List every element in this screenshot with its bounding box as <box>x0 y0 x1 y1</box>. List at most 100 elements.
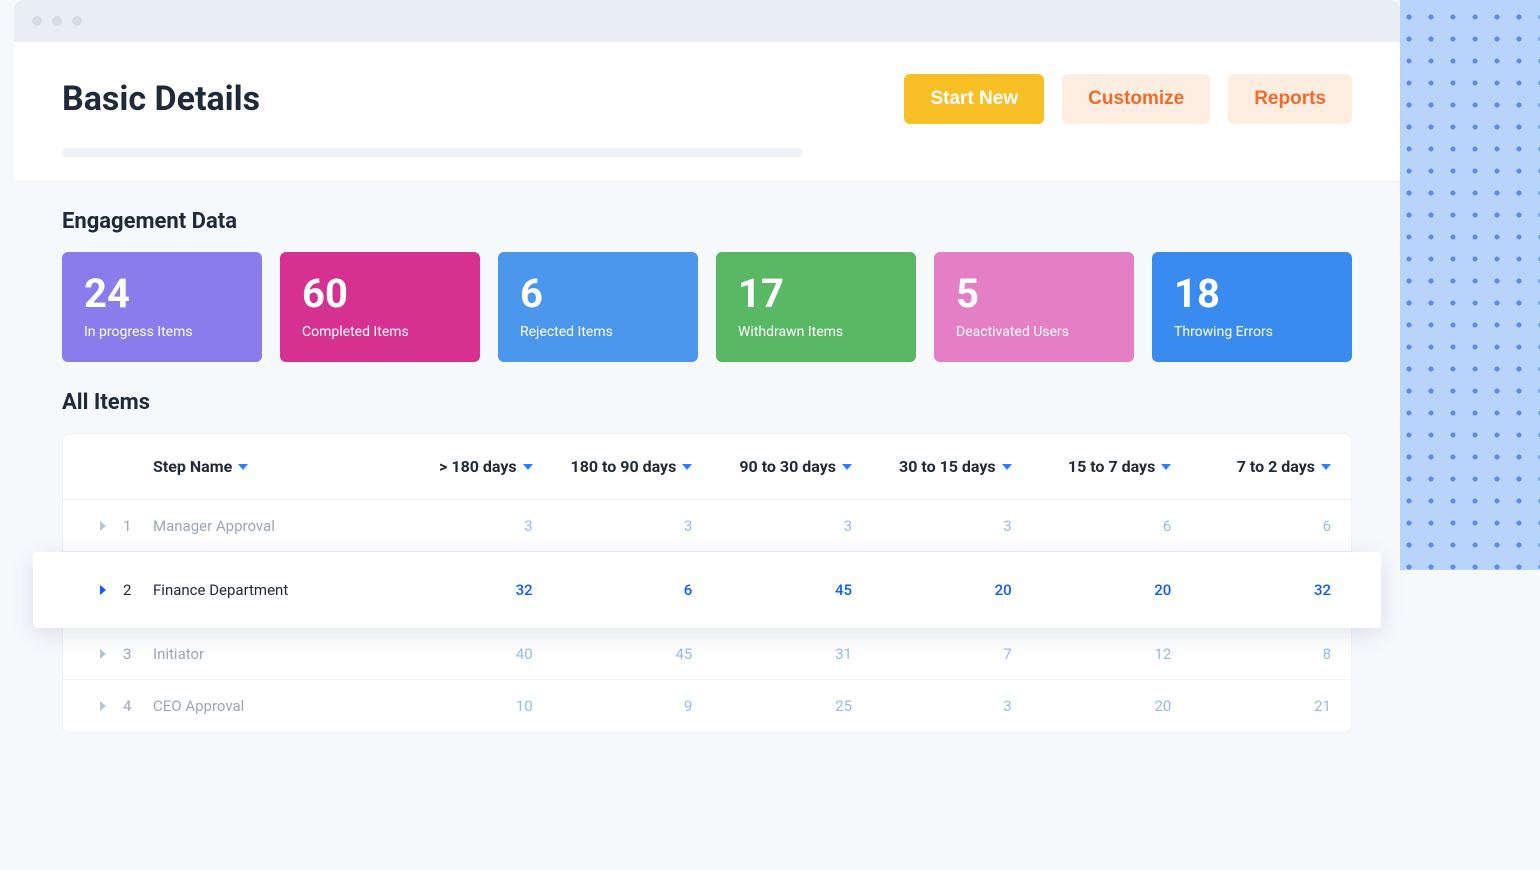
cell-value[interactable]: 32 <box>373 581 533 599</box>
stat-card[interactable]: 6Rejected Items <box>498 252 698 362</box>
column-header-3[interactable]: 90 to 30 days <box>692 457 852 476</box>
stat-card[interactable]: 18Throwing Errors <box>1152 252 1352 362</box>
chevron-down-icon <box>523 464 533 470</box>
chevron-down-icon <box>1161 464 1171 470</box>
column-label: 7 to 2 days <box>1237 457 1315 476</box>
cell-value[interactable]: 45 <box>692 581 852 599</box>
chevron-down-icon <box>842 464 852 470</box>
page-header: Basic Details Start New Customize Report… <box>14 42 1400 181</box>
stat-card[interactable]: 17 Withdrawn Items <box>716 252 916 362</box>
cell-value[interactable]: 10 <box>373 697 533 715</box>
cell-value[interactable]: 7 <box>852 645 1012 663</box>
expand-toggle[interactable] <box>83 521 123 531</box>
column-label: 30 to 15 days <box>899 457 996 476</box>
start-new-button[interactable]: Start New <box>904 74 1044 124</box>
chevron-down-icon <box>1321 464 1331 470</box>
window-dot-icon <box>32 16 42 26</box>
table-row[interactable]: 2Finance Department32645202032 <box>33 552 1381 628</box>
app-container: Basic Details Start New Customize Report… <box>14 42 1400 773</box>
column-header-1[interactable]: > 180 days <box>373 457 533 476</box>
chevron-right-icon <box>100 701 106 711</box>
cell-value[interactable]: 3 <box>373 517 533 535</box>
step-name: Initiator <box>153 645 373 663</box>
cell-value[interactable]: 12 <box>1012 645 1172 663</box>
column-header-6[interactable]: 7 to 2 days <box>1171 457 1331 476</box>
stat-label: Completed Items <box>302 324 458 340</box>
items-table: Step Name > 180 days 180 to 90 days 90 t… <box>62 433 1352 733</box>
cell-value[interactable]: 3 <box>533 517 693 535</box>
cell-value[interactable]: 20 <box>1012 581 1172 599</box>
stat-cards: 24 In progress Items 60 Completed Items 6Rej… <box>62 252 1352 362</box>
chevron-right-icon <box>100 521 106 531</box>
table-row[interactable]: 3Initiator4045317128 <box>63 628 1351 680</box>
column-label: 180 to 90 days <box>571 457 677 476</box>
column-label: Step Name <box>153 457 232 476</box>
browser-chrome <box>14 0 1400 42</box>
chevron-down-icon <box>1002 464 1012 470</box>
cell-value[interactable]: 3 <box>852 697 1012 715</box>
progress-bar <box>62 148 802 157</box>
chevron-down-icon <box>682 464 692 470</box>
cell-value[interactable]: 31 <box>692 645 852 663</box>
page-title: Basic Details <box>62 79 260 119</box>
chevron-right-icon <box>100 649 106 659</box>
engagement-section: Engagement Data 24 In progress Items 60 Com… <box>14 181 1400 362</box>
stat-card[interactable]: 24 In progress Items <box>62 252 262 362</box>
cell-value[interactable]: 3 <box>852 517 1012 535</box>
all-items-title: All Items <box>62 390 1352 415</box>
column-label: 15 to 7 days <box>1068 457 1155 476</box>
all-items-section: All Items Step Name > 180 days 180 to 90… <box>14 362 1400 733</box>
cell-value[interactable]: 45 <box>533 645 693 663</box>
engagement-title: Engagement Data <box>62 209 1352 234</box>
cell-value[interactable]: 8 <box>1171 645 1331 663</box>
stat-label: Withdrawn Items <box>738 324 894 340</box>
column-label: 90 to 30 days <box>739 457 836 476</box>
row-index: 2 <box>123 581 153 599</box>
window-dot-icon <box>72 16 82 26</box>
table-row[interactable]: 1Manager Approval333366 <box>63 500 1351 552</box>
stat-label: Deactivated Users <box>956 324 1112 340</box>
row-index: 4 <box>123 697 153 715</box>
cell-value[interactable]: 20 <box>1012 697 1172 715</box>
cell-value[interactable]: 32 <box>1171 581 1331 599</box>
stat-value: 18 <box>1174 272 1330 316</box>
row-index: 3 <box>123 645 153 663</box>
row-index: 1 <box>123 517 153 535</box>
stat-label: In progress Items <box>84 324 240 340</box>
cell-value[interactable]: 25 <box>692 697 852 715</box>
chevron-right-icon <box>100 585 106 595</box>
step-name: CEO Approval <box>153 697 373 715</box>
stat-card[interactable]: 5 Deactivated Users <box>934 252 1134 362</box>
chevron-down-icon <box>238 464 248 470</box>
reports-button[interactable]: Reports <box>1228 74 1352 124</box>
expand-toggle[interactable] <box>83 585 123 595</box>
expand-toggle[interactable] <box>83 649 123 659</box>
stat-value: 17 <box>738 272 894 316</box>
table-row[interactable]: 4CEO Approval1092532021 <box>63 680 1351 732</box>
header-actions: Start New Customize Reports <box>904 74 1352 124</box>
column-header-5[interactable]: 15 to 7 days <box>1012 457 1172 476</box>
column-label: > 180 days <box>439 457 516 476</box>
cell-value[interactable]: 6 <box>1171 517 1331 535</box>
customize-button[interactable]: Customize <box>1062 74 1210 124</box>
table-header-row: Step Name > 180 days 180 to 90 days 90 t… <box>63 434 1351 500</box>
stat-card[interactable]: 60 Completed Items <box>280 252 480 362</box>
window-dot-icon <box>52 16 62 26</box>
cell-value[interactable]: 20 <box>852 581 1012 599</box>
cell-value[interactable]: 9 <box>533 697 693 715</box>
step-name: Manager Approval <box>153 517 373 535</box>
stat-value: 24 <box>84 272 240 316</box>
cell-value[interactable]: 40 <box>373 645 533 663</box>
stat-value: 6 <box>520 272 676 316</box>
column-header-4[interactable]: 30 to 15 days <box>852 457 1012 476</box>
expand-toggle[interactable] <box>83 701 123 711</box>
stat-value: 60 <box>302 272 458 316</box>
stat-value: 5 <box>956 272 1112 316</box>
column-header-2[interactable]: 180 to 90 days <box>533 457 693 476</box>
cell-value[interactable]: 6 <box>533 581 693 599</box>
column-header-step[interactable]: Step Name <box>153 457 373 476</box>
cell-value[interactable]: 3 <box>692 517 852 535</box>
step-name: Finance Department <box>153 581 373 599</box>
cell-value[interactable]: 21 <box>1171 697 1331 715</box>
cell-value[interactable]: 6 <box>1012 517 1172 535</box>
